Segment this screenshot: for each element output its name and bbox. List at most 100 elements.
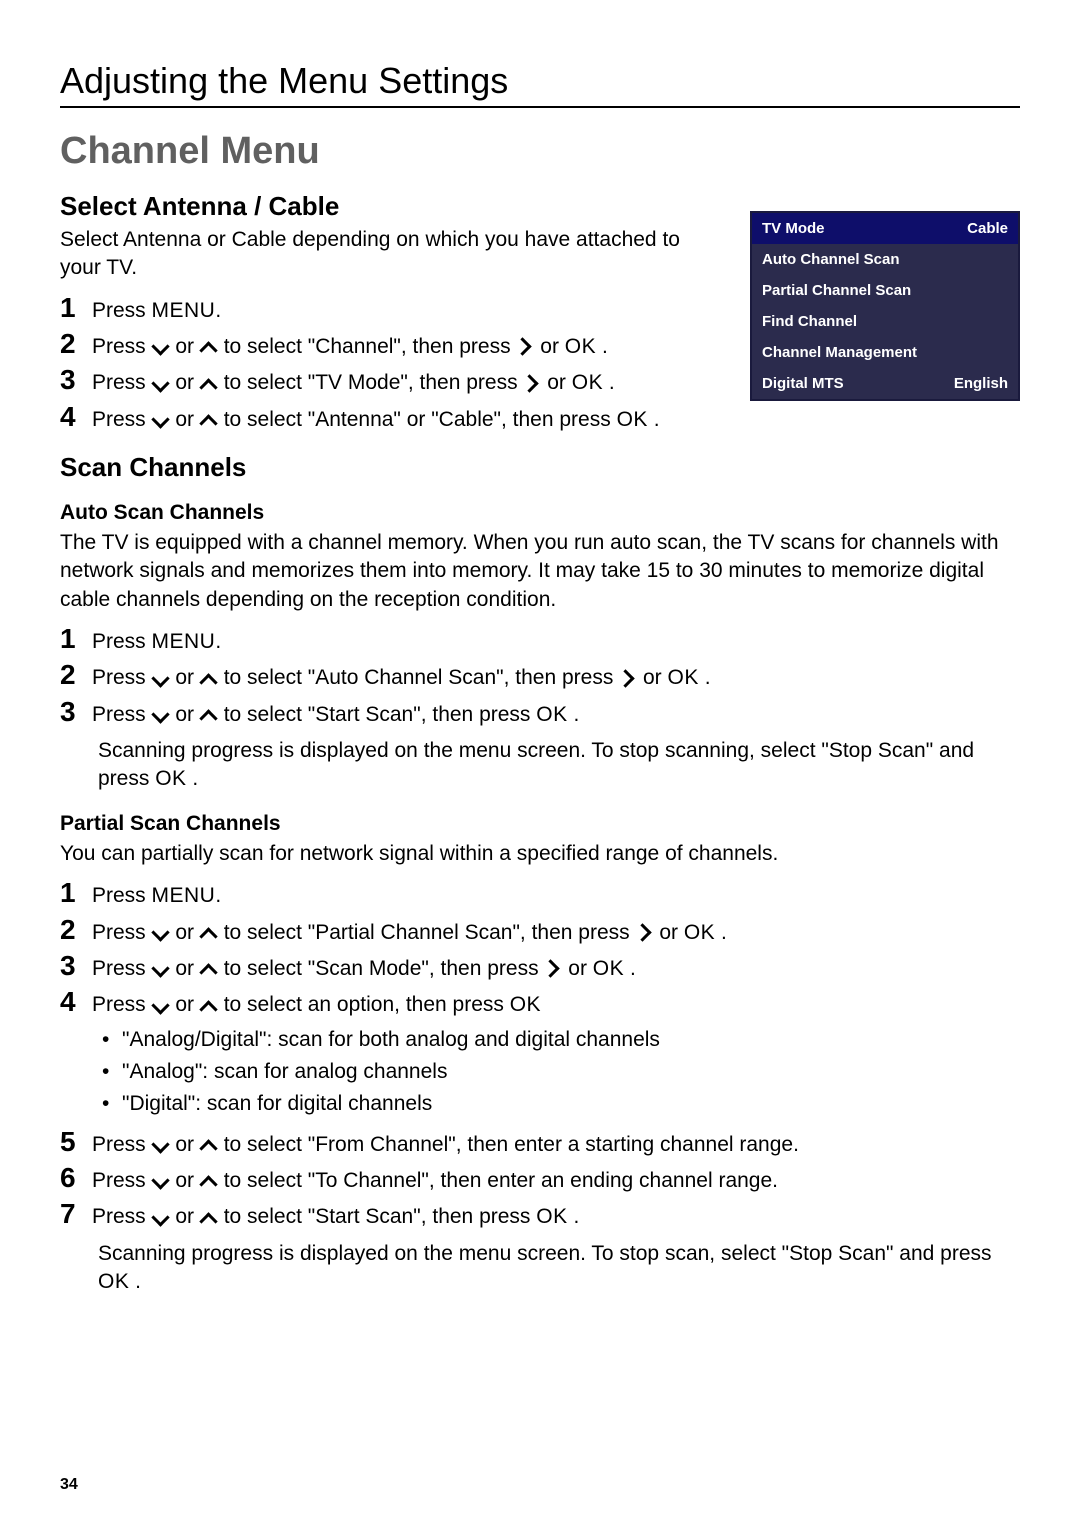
partial-scan-note: Scanning progress is displayed on the me… (98, 1240, 1020, 1297)
text: Press (92, 957, 152, 980)
chevron-down-icon (152, 926, 170, 940)
chevron-up-icon (200, 1138, 218, 1152)
chevron-down-icon (152, 340, 170, 354)
chevron-right-icon (544, 962, 562, 976)
ok-key: OK (668, 666, 699, 689)
text: or (170, 1205, 200, 1228)
chevron-up-icon (200, 413, 218, 427)
text: Press (92, 993, 152, 1016)
text: or (170, 1169, 200, 1192)
tv-menu-preview: TV Mode Cable Auto Channel Scan Partial … (750, 211, 1020, 401)
text: to select "Antenna" or "Cable", then pre… (218, 408, 617, 431)
page-number: 34 (60, 1476, 1020, 1494)
text: or (170, 993, 200, 1016)
step-text: Press or to select "From Channel", then … (92, 1127, 799, 1159)
ok-key: OK (510, 993, 541, 1016)
chevron-down-icon (152, 999, 170, 1013)
text: Press (92, 630, 152, 653)
step-number: 2 (60, 329, 92, 360)
select-antenna-intro: Select Antenna or Cable depending on whi… (60, 226, 700, 283)
ok-key: OK (593, 957, 624, 980)
step: 1 Press MENU. (60, 293, 700, 325)
text: or (562, 957, 592, 980)
step-text: Press MENU. (92, 293, 221, 325)
step-number: 4 (60, 402, 92, 433)
tv-menu-row: Auto Channel Scan (752, 244, 1018, 275)
chevron-down-icon (152, 377, 170, 391)
step: 3 Press or to select "Start Scan", then … (60, 697, 1020, 729)
tv-menu-row: Digital MTS English (752, 368, 1018, 399)
section-header: Adjusting the Menu Settings (60, 60, 1020, 108)
tv-menu-row-tvmode: TV Mode Cable (752, 213, 1018, 244)
step-text: Press MENU. (92, 624, 221, 656)
text: to select "Start Scan", then press (218, 703, 536, 726)
ok-key: OK (617, 408, 648, 431)
text: Press (92, 884, 152, 907)
text: or (170, 335, 200, 358)
step-text: Press MENU. (92, 878, 221, 910)
auto-scan-intro: The TV is equipped with a channel memory… (60, 529, 1020, 614)
text: or (637, 666, 667, 689)
text: Press (92, 1133, 152, 1156)
text: . (699, 666, 711, 689)
tv-menu-label: TV Mode (762, 220, 825, 237)
bullet-item: "Digital": scan for digital channels (122, 1090, 660, 1118)
step-text: Press or to select "Start Scan", then pr… (92, 1199, 579, 1231)
menu-key: MENU (152, 884, 216, 907)
step: 2 Press or to select "Channel", then pre… (60, 329, 700, 361)
text: to select "Scan Mode", then press (218, 957, 545, 980)
chevron-right-icon (619, 672, 637, 686)
text: Press (92, 371, 152, 394)
tv-menu-label: Partial Channel Scan (762, 282, 911, 299)
text: Press (92, 335, 152, 358)
step: 4 Press or to select "Antenna" or "Cable… (60, 402, 700, 434)
text: or (170, 703, 200, 726)
text: . (215, 884, 221, 907)
text: to select "From Channel", then enter a s… (218, 1133, 799, 1156)
text: . (648, 408, 660, 431)
text: Press (92, 1169, 152, 1192)
text: or (541, 371, 571, 394)
ok-key: OK (536, 703, 567, 726)
ok-key: OK (536, 1205, 567, 1228)
step-text: Press or to select "To Channel", then en… (92, 1163, 778, 1195)
text: Press (92, 703, 152, 726)
chevron-up-icon (200, 999, 218, 1013)
chevron-down-icon (152, 1174, 170, 1188)
step-number: 1 (60, 293, 92, 324)
tv-menu-label: Find Channel (762, 313, 857, 330)
step: 4 Press or to select an option, then pre… (60, 987, 1020, 1122)
text: to select "Channel", then press (218, 335, 517, 358)
text: Press (92, 666, 152, 689)
auto-scan-note: Scanning progress is displayed on the me… (98, 737, 1020, 794)
chevron-up-icon (200, 377, 218, 391)
step-text: Press or to select "Auto Channel Scan", … (92, 660, 711, 692)
bullet-item: "Analog": scan for analog channels (122, 1058, 660, 1086)
chevron-up-icon (200, 962, 218, 976)
step-number: 2 (60, 660, 92, 691)
tv-menu-label: Digital MTS (762, 375, 844, 392)
step-text: Press or to select "Scan Mode", then pre… (92, 951, 636, 983)
partial-scan-intro: You can partially scan for network signa… (60, 840, 1020, 868)
text: or (170, 957, 200, 980)
step: 3 Press or to select "TV Mode", then pre… (60, 365, 700, 397)
chevron-down-icon (152, 672, 170, 686)
text: . (715, 921, 727, 944)
text: . (596, 335, 608, 358)
page-title: Channel Menu (60, 130, 1020, 173)
text: or (170, 371, 200, 394)
step: 1 Press MENU. (60, 624, 1020, 656)
text: . (568, 1205, 580, 1228)
tv-menu-value: Cable (967, 220, 1008, 237)
chevron-right-icon (636, 926, 654, 940)
ok-key: OK (98, 1270, 129, 1293)
step-number: 4 (60, 987, 92, 1018)
chevron-down-icon (152, 1138, 170, 1152)
tv-menu-row: Partial Channel Scan (752, 275, 1018, 306)
text: . (215, 630, 221, 653)
chevron-right-icon (516, 340, 534, 354)
step: 3 Press or to select "Scan Mode", then p… (60, 951, 1020, 983)
text: to select "Start Scan", then press (218, 1205, 536, 1228)
scan-channels-heading: Scan Channels (60, 452, 1020, 483)
select-antenna-heading: Select Antenna / Cable (60, 191, 700, 222)
